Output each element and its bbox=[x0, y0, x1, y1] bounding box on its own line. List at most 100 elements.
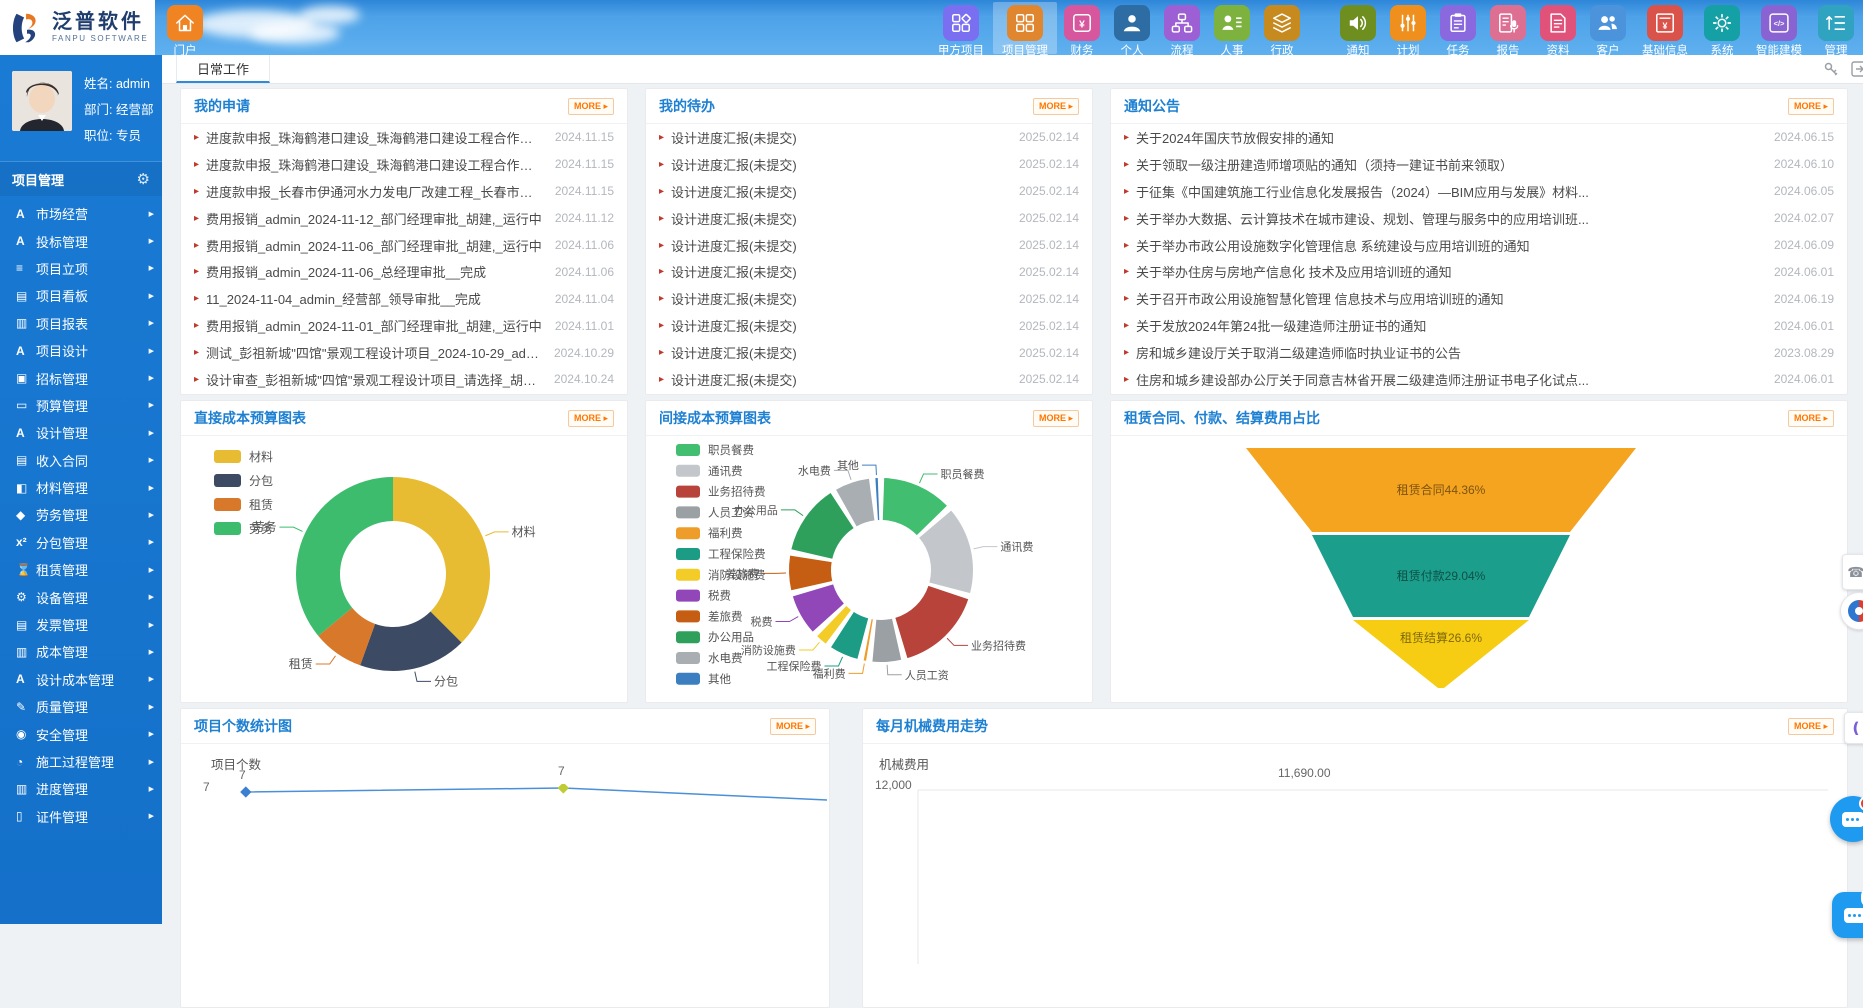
topnav-item-项目管理[interactable]: 项目管理 bbox=[993, 2, 1057, 54]
legend-swatch[interactable] bbox=[676, 673, 700, 685]
sidebar-item-进度管理[interactable]: ▥ 进度管理 ▶ bbox=[0, 775, 162, 802]
list-item[interactable]: ▸ 费用报销_admin_2024-11-12_部门经理审批_胡建,_运行中 2… bbox=[181, 205, 627, 232]
legend-swatch[interactable] bbox=[676, 548, 700, 560]
donut-slice-材料[interactable] bbox=[393, 477, 490, 643]
legend-label[interactable]: 办公用品 bbox=[708, 630, 754, 644]
list-item[interactable]: ▸ 关于发放2024年第24批一级建造师注册证书的通知 2024.06.01 bbox=[1111, 312, 1847, 339]
donut-slice-其他[interactable] bbox=[875, 478, 879, 520]
sidebar-item-质量管理[interactable]: ✎ 质量管理 ▶ bbox=[0, 693, 162, 720]
pager-icon[interactable] bbox=[1851, 61, 1863, 82]
list-item[interactable]: ▸ 11_2024-11-04_admin_经营部_领导审批__完成 2024.… bbox=[181, 285, 627, 312]
settings-gear-icon[interactable]: ⚙ bbox=[137, 170, 150, 188]
list-item[interactable]: ▸ 关于召开市政公用设施智慧化管理 信息技术与应用培训班的通知 2024.06.… bbox=[1111, 285, 1847, 312]
sidebar-item-安全管理[interactable]: ◉ 安全管理 ▶ bbox=[0, 720, 162, 747]
list-item[interactable]: ▸ 设计进度汇报(未提交) 2025.02.14 bbox=[646, 258, 1092, 285]
list-item[interactable]: ▸ 费用报销_admin_2024-11-06_部门经理审批_胡建,_运行中 2… bbox=[181, 232, 627, 259]
sidebar-item-项目看板[interactable]: ▤ 项目看板 ▶ bbox=[0, 282, 162, 309]
sidebar-item-设备管理[interactable]: ⚙ 设备管理 ▶ bbox=[0, 583, 162, 610]
legend-swatch[interactable] bbox=[676, 506, 700, 518]
sidebar-item-预算管理[interactable]: ▭ 预算管理 ▶ bbox=[0, 392, 162, 419]
sidebar-item-分包管理[interactable]: x² 分包管理 ▶ bbox=[0, 529, 162, 556]
list-item[interactable]: ▸ 房和城乡建设厅关于取消二级建造师临时执业证书的公告 2023.08.29 bbox=[1111, 339, 1847, 366]
topnav-item-资料[interactable]: 资料 bbox=[1533, 2, 1583, 54]
sidebar-item-设计管理[interactable]: A 设计管理 ▶ bbox=[0, 419, 162, 446]
donut-slice-业务招待费[interactable] bbox=[895, 586, 968, 658]
donut-slice-人员工资[interactable] bbox=[872, 619, 901, 662]
message-widget[interactable]: 45 bbox=[1832, 892, 1863, 938]
legend-swatch[interactable] bbox=[676, 610, 700, 622]
more-button[interactable]: MORE ▸ bbox=[1033, 98, 1079, 115]
legend-label[interactable]: 消防设施费 bbox=[708, 568, 766, 582]
list-item[interactable]: ▸ 进度款申报_珠海鹤港口建设_珠海鹤港口建设工程合作协议书_admin_...… bbox=[181, 151, 627, 178]
sidebar-item-设计成本管理[interactable]: A 设计成本管理 ▶ bbox=[0, 666, 162, 693]
legend-swatch[interactable] bbox=[676, 631, 700, 643]
list-item[interactable]: ▸ 设计审查_彭祖新城"四馆"景观工程设计项目_请选择_胡广生_2024-10-… bbox=[181, 366, 627, 393]
legend-label[interactable]: 人员工资 bbox=[708, 506, 754, 519]
more-button[interactable]: MORE ▸ bbox=[1788, 98, 1834, 115]
more-button[interactable]: MORE ▸ bbox=[1033, 410, 1079, 427]
list-item[interactable]: ▸ 设计进度汇报(未提交) 2025.02.14 bbox=[646, 178, 1092, 205]
sidebar-item-证件管理[interactable]: ▯ 证件管理 ▶ bbox=[0, 803, 162, 830]
legend-label[interactable]: 分包 bbox=[249, 474, 273, 488]
legend-swatch[interactable] bbox=[676, 590, 700, 602]
legend-label[interactable]: 劳务 bbox=[249, 521, 273, 536]
list-item[interactable]: ▸ 设计进度汇报(未提交) 2025.02.14 bbox=[646, 205, 1092, 232]
topnav-item-个人[interactable]: 个人 bbox=[1107, 2, 1157, 54]
sidebar-item-施工过程管理[interactable]: ◔ 施工过程管理 ▶ bbox=[0, 748, 162, 775]
list-item[interactable]: ▸ 进度款申报_珠海鹤港口建设_珠海鹤港口建设工程合作协议书_admin_...… bbox=[181, 124, 627, 151]
data-point-marker[interactable] bbox=[558, 784, 569, 794]
list-item[interactable]: ▸ 设计进度汇报(未提交) 2025.02.14 bbox=[646, 124, 1092, 151]
topnav-item-行政[interactable]: 行政 bbox=[1257, 2, 1307, 54]
legend-swatch[interactable] bbox=[214, 522, 241, 535]
topnav-item-报告[interactable]: 报告 bbox=[1483, 2, 1533, 54]
sidebar-item-材料管理[interactable]: ◧ 材料管理 ▶ bbox=[0, 474, 162, 501]
legend-label[interactable]: 水电费 bbox=[708, 652, 743, 665]
list-item[interactable]: ▸ 测试_彭祖新城"四馆"景观工程设计项目_2024-10-29_admin_结… bbox=[181, 339, 627, 366]
data-point-marker[interactable] bbox=[240, 786, 251, 797]
list-item[interactable]: ▸ 设计进度汇报(未提交) 2025.02.14 bbox=[646, 339, 1092, 366]
list-item[interactable]: ▸ 设计进度汇报(未提交) 2025.02.14 bbox=[646, 151, 1092, 178]
key-icon[interactable] bbox=[1823, 61, 1839, 82]
legend-swatch[interactable] bbox=[676, 527, 700, 539]
list-item[interactable]: ▸ 费用报销_admin_2024-11-06_总经理审批__完成 2024.1… bbox=[181, 258, 627, 285]
topnav-item-客户[interactable]: 客户 bbox=[1583, 2, 1633, 54]
legend-swatch[interactable] bbox=[676, 465, 700, 477]
topnav-item-计划[interactable]: 计划 bbox=[1383, 2, 1433, 54]
donut-slice-差旅费[interactable] bbox=[789, 556, 832, 591]
sidebar-item-发票管理[interactable]: ▤ 发票管理 ▶ bbox=[0, 611, 162, 638]
legend-label[interactable]: 业务招待费 bbox=[708, 485, 766, 499]
list-item[interactable]: ▸ 关于2024年国庆节放假安排的通知 2024.06.15 bbox=[1111, 124, 1847, 151]
legend-swatch[interactable] bbox=[676, 486, 700, 498]
sidebar-item-项目立项[interactable]: ≡ 项目立项 ▶ bbox=[0, 255, 162, 282]
topnav-item-人事[interactable]: 人事 bbox=[1207, 2, 1257, 54]
list-item[interactable]: ▸ 住房和城乡建设部办公厅关于同意吉林省开展二级建造师注册证书电子化试点... … bbox=[1111, 366, 1847, 393]
list-item[interactable]: ▸ 费用报销_admin_2024-11-01_部门经理审批_胡建,_运行中 2… bbox=[181, 312, 627, 339]
list-item[interactable]: ▸ 设计进度汇报(未提交) 2025.02.14 bbox=[646, 312, 1092, 339]
sidebar-item-收入合同[interactable]: ▤ 收入合同 ▶ bbox=[0, 447, 162, 474]
legend-label[interactable]: 材料 bbox=[249, 450, 273, 464]
legend-swatch[interactable] bbox=[676, 652, 700, 664]
topnav-item-财务[interactable]: ¥ 财务 bbox=[1057, 2, 1107, 54]
more-button[interactable]: MORE ▸ bbox=[770, 718, 816, 735]
topnav-item-基础信息[interactable]: ¥ 基础信息 bbox=[1633, 2, 1697, 54]
topnav-item-home[interactable]: 门户 bbox=[160, 2, 210, 54]
sidebar-item-租赁管理[interactable]: ⌛ 租赁管理 ▶ bbox=[0, 556, 162, 583]
legend-swatch[interactable] bbox=[676, 444, 700, 456]
sidebar-item-项目设计[interactable]: A 项目设计 ▶ bbox=[0, 337, 162, 364]
donut-slice-劳务[interactable] bbox=[296, 477, 393, 636]
list-item[interactable]: ▸ 关于举办大数据、云计算技术在城市建设、规划、管理与服务中的应用培训班... … bbox=[1111, 205, 1847, 232]
legend-label[interactable]: 工程保险费 bbox=[708, 547, 766, 561]
more-button[interactable]: MORE ▸ bbox=[1788, 410, 1834, 427]
legend-swatch[interactable] bbox=[214, 450, 241, 463]
topnav-item-甲方项目[interactable]: 甲方项目 bbox=[929, 2, 993, 54]
tab-daily-work[interactable]: 日常工作 bbox=[176, 55, 270, 83]
legend-label[interactable]: 通讯费 bbox=[708, 465, 743, 478]
more-button[interactable]: MORE ▸ bbox=[568, 98, 614, 115]
list-item[interactable]: ▸ 设计进度汇报(未提交) 2025.02.14 bbox=[646, 232, 1092, 259]
sidebar-item-招标管理[interactable]: ▣ 招标管理 ▶ bbox=[0, 364, 162, 391]
legend-label[interactable]: 职员餐费 bbox=[708, 443, 754, 457]
topnav-item-管理[interactable]: 管理 bbox=[1811, 2, 1861, 54]
topnav-item-任务[interactable]: 任务 bbox=[1433, 2, 1483, 54]
avatar[interactable] bbox=[12, 71, 72, 131]
sidebar-item-投标管理[interactable]: A 投标管理 ▶ bbox=[0, 227, 162, 254]
